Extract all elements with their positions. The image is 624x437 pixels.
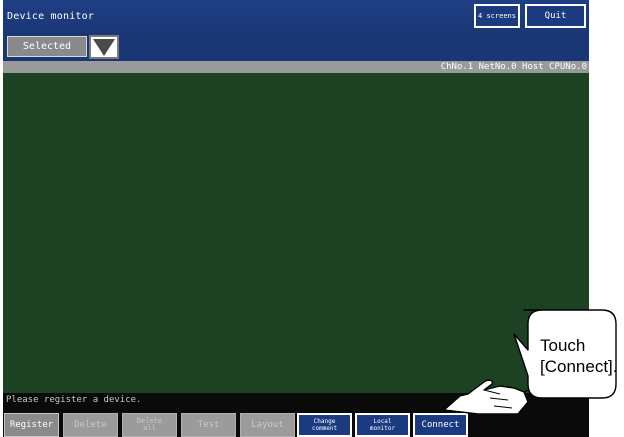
status-message: Please register a device. [6, 395, 142, 405]
local-monitor-label-line1: Local [373, 418, 392, 425]
selected-mode-button[interactable]: Selected [7, 36, 87, 57]
register-button[interactable]: Register [4, 413, 59, 437]
local-monitor-label-line2: monitor [369, 425, 396, 432]
selection-bar: Selected [3, 34, 589, 61]
quit-button[interactable]: Quit [525, 4, 586, 28]
callout-line2: [Connect]. [540, 357, 618, 376]
layout-label: Layout [251, 419, 284, 430]
device-list-area[interactable] [3, 73, 589, 393]
delete-all-label-line2: all [143, 424, 156, 432]
change-comment-label-line1: Change [313, 418, 336, 425]
title-bar: Device monitor 4 screens Quit [3, 0, 589, 34]
change-comment-button[interactable]: Change comment [297, 413, 352, 437]
callout-line1: Touch [540, 336, 586, 355]
four-screens-label: 4 screens [478, 12, 516, 20]
connect-label: Connect [421, 419, 460, 430]
connection-info-bar: ChNo.1 NetNo.0 Host CPUNo.0 [3, 61, 589, 73]
triangle-down-icon [93, 38, 115, 56]
register-label: Register [9, 419, 54, 430]
layout-button[interactable]: Layout [240, 413, 295, 437]
delete-all-button[interactable]: Delete all [122, 413, 177, 437]
delete-button[interactable]: Delete [63, 413, 118, 437]
window-title: Device monitor [7, 11, 95, 22]
connect-button[interactable]: Connect [413, 413, 468, 437]
test-label: Test [197, 419, 220, 430]
dropdown-button[interactable] [89, 35, 119, 59]
four-screens-button[interactable]: 4 screens [474, 4, 520, 28]
quit-label: Quit [544, 11, 567, 21]
delete-label: Delete [74, 419, 107, 430]
change-comment-label-line2: comment [311, 425, 338, 432]
test-button[interactable]: Test [181, 413, 236, 437]
selected-label: Selected [22, 41, 72, 52]
local-monitor-button[interactable]: Local monitor [355, 413, 410, 437]
connection-info: ChNo.1 NetNo.0 Host CPUNo.0 [440, 62, 587, 72]
callout-text: Touch [Connect]. [540, 335, 618, 377]
